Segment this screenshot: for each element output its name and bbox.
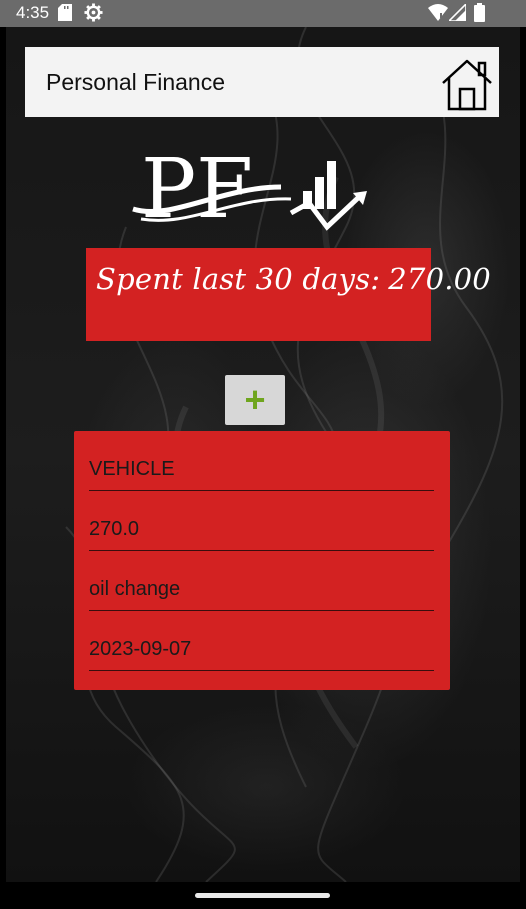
status-time: 4:35 [16,3,50,22]
date-field[interactable]: 2023-09-07 [89,634,434,671]
app-toolbar: Personal Finance [25,47,499,117]
system-nav-bar [0,882,526,909]
spent-summary-text: Spent last 30 days: 270.00 [96,262,491,296]
amount-value: 270.0 [89,518,140,540]
spent-summary-amount: 270.00 [388,262,491,296]
wifi-icon [428,4,448,21]
cell-signal-icon [449,4,466,21]
date-value: 2023-09-07 [89,638,192,660]
category-value: VEHICLE [89,458,175,480]
plus-icon: + [244,379,266,420]
app-screen: Personal Finance PF Spent last 30 days: 2… [6,27,520,882]
status-bar: 4:35 [0,0,526,27]
screen-edge-right [520,27,526,882]
description-value: oil change [89,578,181,600]
sd-card-icon [58,4,72,21]
description-field[interactable]: oil change [89,574,434,611]
settings-gear-icon [84,3,103,22]
spent-summary-label: Spent last 30 days: [96,262,381,296]
add-expense-button[interactable]: + [225,375,285,425]
home-icon[interactable] [437,53,497,113]
battery-icon [474,3,485,22]
amount-field[interactable]: 270.0 [89,514,434,551]
spent-summary-box: Spent last 30 days: 270.00 [86,248,491,341]
category-field[interactable]: VEHICLE [89,454,434,491]
page-title: Personal Finance [46,69,225,95]
home-gesture-handle[interactable] [195,893,330,898]
pf-logo: PF [132,147,367,232]
expense-entry-card[interactable]: VEHICLE 270.0 oil change 2023-09-07 [74,431,450,690]
